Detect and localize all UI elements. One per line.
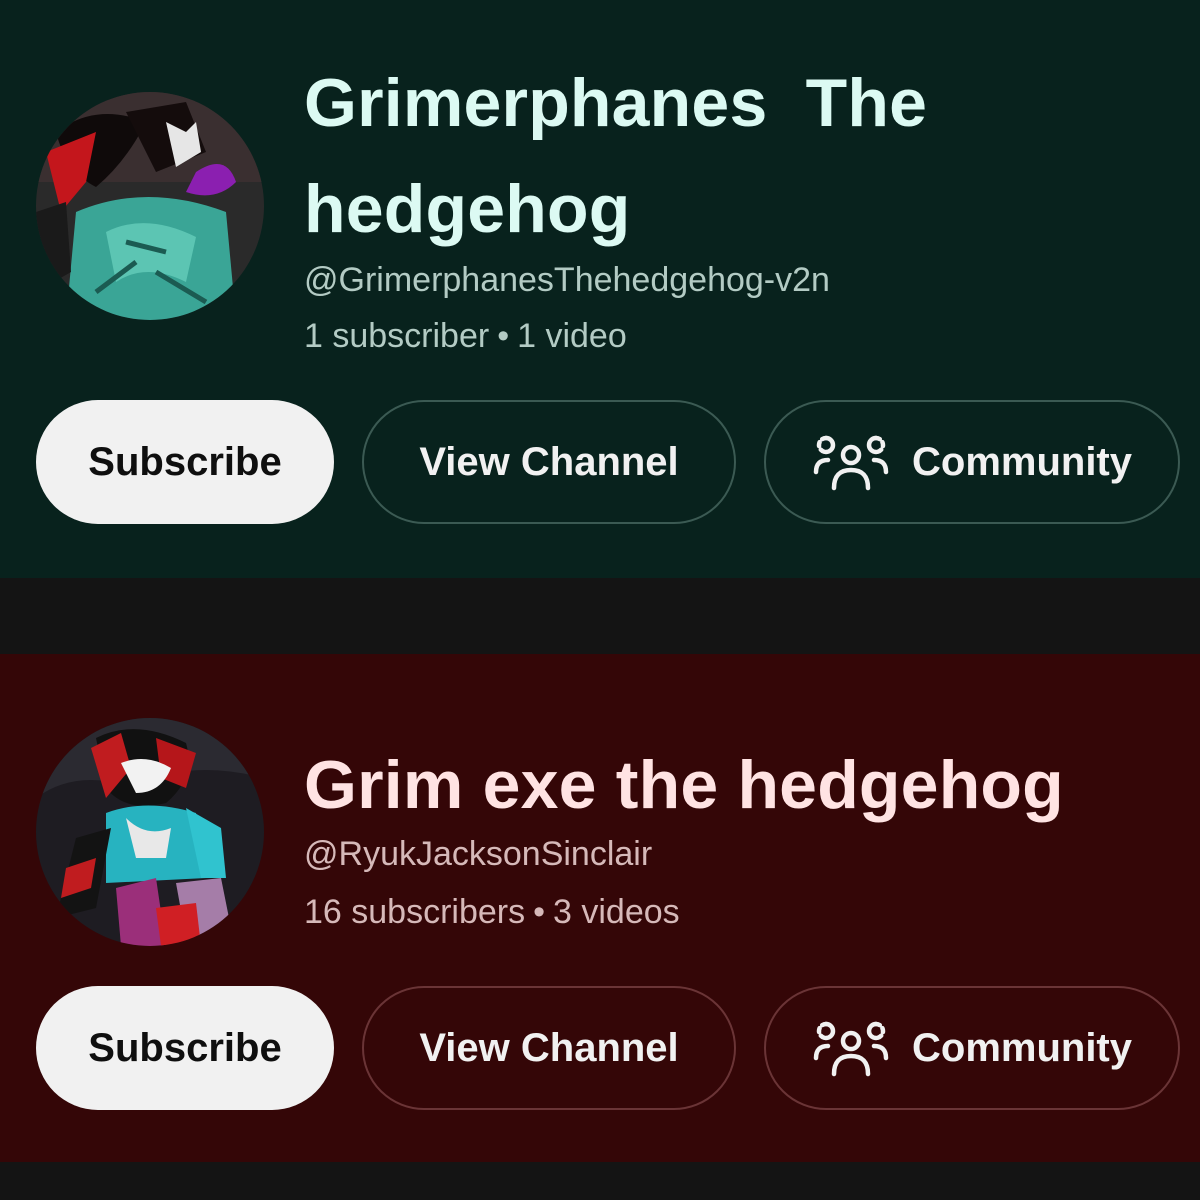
stats-separator: • [497,317,510,355]
community-button-label: Community [912,1025,1132,1070]
channel-handle: @RyukJacksonSinclair [304,835,653,873]
avatar-image [36,718,264,946]
subscribe-button[interactable]: Subscribe [36,400,334,524]
channel-stats: 16 subscribers • 3 videos [304,892,680,932]
subscribe-button-label: Subscribe [88,1025,282,1070]
view-channel-button[interactable]: View Channel [362,400,736,524]
view-channel-button[interactable]: View Channel [362,986,736,1110]
view-channel-button-label: View Channel [419,439,679,484]
channel-title[interactable]: Grimerphanes The hedgehog [304,50,1004,262]
video-count: 1 video [517,317,627,355]
channel-title[interactable]: Grim exe the hedgehog [304,732,1184,838]
community-button-label: Community [912,439,1132,484]
subscribe-button-label: Subscribe [88,439,282,484]
community-icon [812,1018,890,1078]
view-channel-button-label: View Channel [419,1025,679,1070]
channel-card: Grim exe the hedgehog @RyukJacksonSincla… [0,654,1200,1162]
community-button[interactable]: Community [764,986,1180,1110]
channel-card: Grimerphanes The hedgehog @GrimerphanesT… [0,0,1200,578]
subscriber-count: 1 subscriber [304,317,490,355]
video-count: 3 videos [553,893,680,931]
channel-handle: @GrimerphanesThehedgehog-v2n [304,261,830,299]
community-icon [812,432,890,492]
channel-avatar[interactable] [36,718,264,946]
channel-stats: 1 subscriber • 1 video [304,316,627,356]
subscriber-count: 16 subscribers [304,893,526,931]
avatar-image [36,92,264,320]
subscribe-button[interactable]: Subscribe [36,986,334,1110]
channel-avatar[interactable] [36,92,264,320]
community-button[interactable]: Community [764,400,1180,524]
stats-separator: • [533,893,546,931]
